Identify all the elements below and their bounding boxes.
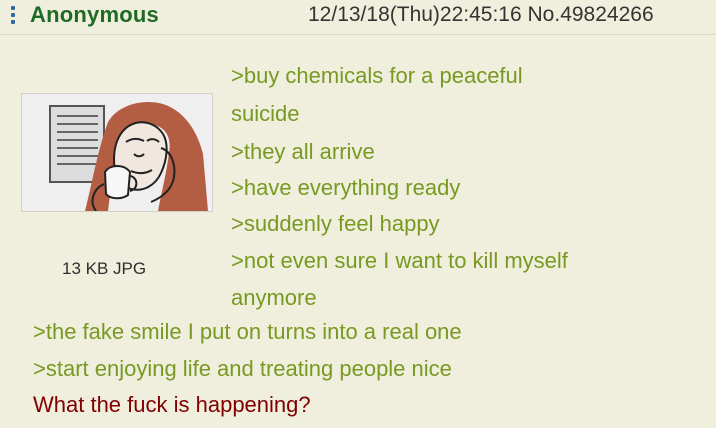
greentext-line-5: >suddenly feel happy bbox=[231, 211, 440, 236]
thumbnail-art bbox=[22, 94, 212, 211]
file-info: 13 KB JPG bbox=[62, 259, 147, 278]
greentext-line-2: suicide bbox=[231, 101, 300, 126]
greentext-line-6: >not even sure I want to kill myself bbox=[231, 248, 568, 273]
post-date: 12/13/18(Thu)22:45:16 bbox=[308, 3, 522, 26]
poster-name: Anonymous bbox=[30, 2, 159, 27]
final-line: What the fuck is happening? bbox=[33, 392, 311, 417]
post-number[interactable]: No.49824266 bbox=[528, 3, 654, 26]
post-header: Anonymous 12/13/18(Thu)22:45:16 No.49824… bbox=[0, 0, 716, 35]
greentext-line-3: >they all arrive bbox=[231, 139, 375, 164]
post-container: Anonymous 12/13/18(Thu)22:45:16 No.49824… bbox=[0, 0, 716, 428]
greentext-line-8: >the fake smile I put on turns into a re… bbox=[33, 319, 462, 344]
post-menu-icon[interactable] bbox=[8, 4, 18, 26]
greentext-line-1: >buy chemicals for a peaceful bbox=[231, 63, 523, 88]
post-datetime: 12/13/18(Thu)22:45:16 No.49824266 bbox=[308, 3, 654, 27]
greentext-line-4: >have everything ready bbox=[231, 175, 461, 200]
thumbnail-image[interactable] bbox=[22, 94, 212, 211]
greentext-line-7: anymore bbox=[231, 285, 317, 310]
greentext-line-9: >start enjoying life and treating people… bbox=[33, 356, 452, 381]
